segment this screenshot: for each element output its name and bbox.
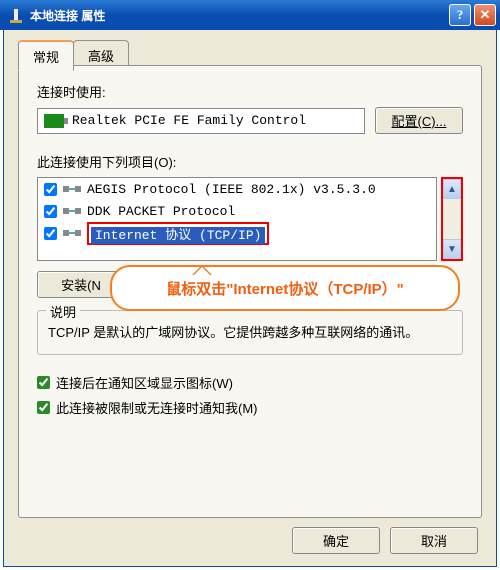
item-label: Internet 协议 (TCP/IP) — [91, 227, 265, 244]
list-item-selected[interactable]: Internet 协议 (TCP/IP) — [38, 222, 436, 244]
list-item[interactable]: DDK PACKET Protocol — [38, 200, 436, 222]
window-icon — [8, 7, 24, 23]
scroll-up-button[interactable]: ▲ — [443, 179, 461, 199]
adapter-field: Realtek PCIe FE Family Control — [37, 108, 365, 134]
notify-checkbox-row[interactable]: 此连接被限制或无连接时通知我(M) — [37, 398, 463, 417]
callout-text: 鼠标双击"Internet协议（TCP/IP）" — [166, 278, 404, 299]
connect-using-label: 连接时使用: — [37, 82, 463, 101]
show-icon-label: 连接后在通知区域显示图标(W) — [56, 373, 233, 392]
ok-button[interactable]: 确定 — [292, 527, 380, 554]
tab-general[interactable]: 常规 — [18, 40, 74, 71]
protocol-icon — [63, 183, 81, 195]
item-checkbox[interactable] — [44, 205, 57, 218]
adapter-name: Realtek PCIe FE Family Control — [72, 113, 306, 128]
notify-checkbox[interactable] — [37, 401, 50, 414]
cancel-button[interactable]: 取消 — [390, 527, 478, 554]
window-title: 本地连接 属性 — [30, 7, 449, 24]
show-icon-checkbox[interactable] — [37, 376, 50, 389]
titlebar: 本地连接 属性 ? ✕ — [0, 0, 500, 30]
highlight-box: Internet 协议 (TCP/IP) — [87, 222, 269, 245]
items-label: 此连接使用下列项目(O): — [37, 152, 463, 171]
description-legend: 说明 — [46, 302, 80, 321]
titlebar-buttons: ? ✕ — [449, 4, 496, 26]
nic-icon — [44, 114, 64, 128]
description-text: TCP/IP 是默认的广域网协议。它提供跨越多种互联网络的通讯。 — [48, 323, 452, 344]
help-button[interactable]: ? — [449, 4, 471, 26]
notify-label: 此连接被限制或无连接时通知我(M) — [56, 398, 258, 417]
item-checkbox[interactable] — [44, 227, 57, 240]
list-item[interactable]: AEGIS Protocol (IEEE 802.1x) v3.5.3.0 — [38, 178, 436, 200]
components-listbox[interactable]: AEGIS Protocol (IEEE 802.1x) v3.5.3.0 DD… — [37, 177, 437, 261]
item-label: AEGIS Protocol (IEEE 802.1x) v3.5.3.0 — [87, 182, 376, 197]
close-button[interactable]: ✕ — [474, 4, 496, 26]
protocol-icon — [63, 205, 81, 217]
annotation-callout: 鼠标双击"Internet协议（TCP/IP）" — [110, 265, 460, 311]
configure-button[interactable]: 配置(C)... — [375, 107, 463, 134]
item-label: DDK PACKET Protocol — [87, 204, 235, 219]
scrollbar-highlight: ▲ ▼ — [441, 177, 463, 261]
protocol-icon — [63, 227, 81, 239]
description-group: 说明 TCP/IP 是默认的广域网协议。它提供跨越多种互联网络的通讯。 — [37, 310, 463, 355]
show-icon-checkbox-row[interactable]: 连接后在通知区域显示图标(W) — [37, 373, 463, 392]
scroll-down-button[interactable]: ▼ — [443, 239, 461, 259]
item-checkbox[interactable] — [44, 183, 57, 196]
dialog-footer: 确定 取消 — [292, 527, 478, 554]
